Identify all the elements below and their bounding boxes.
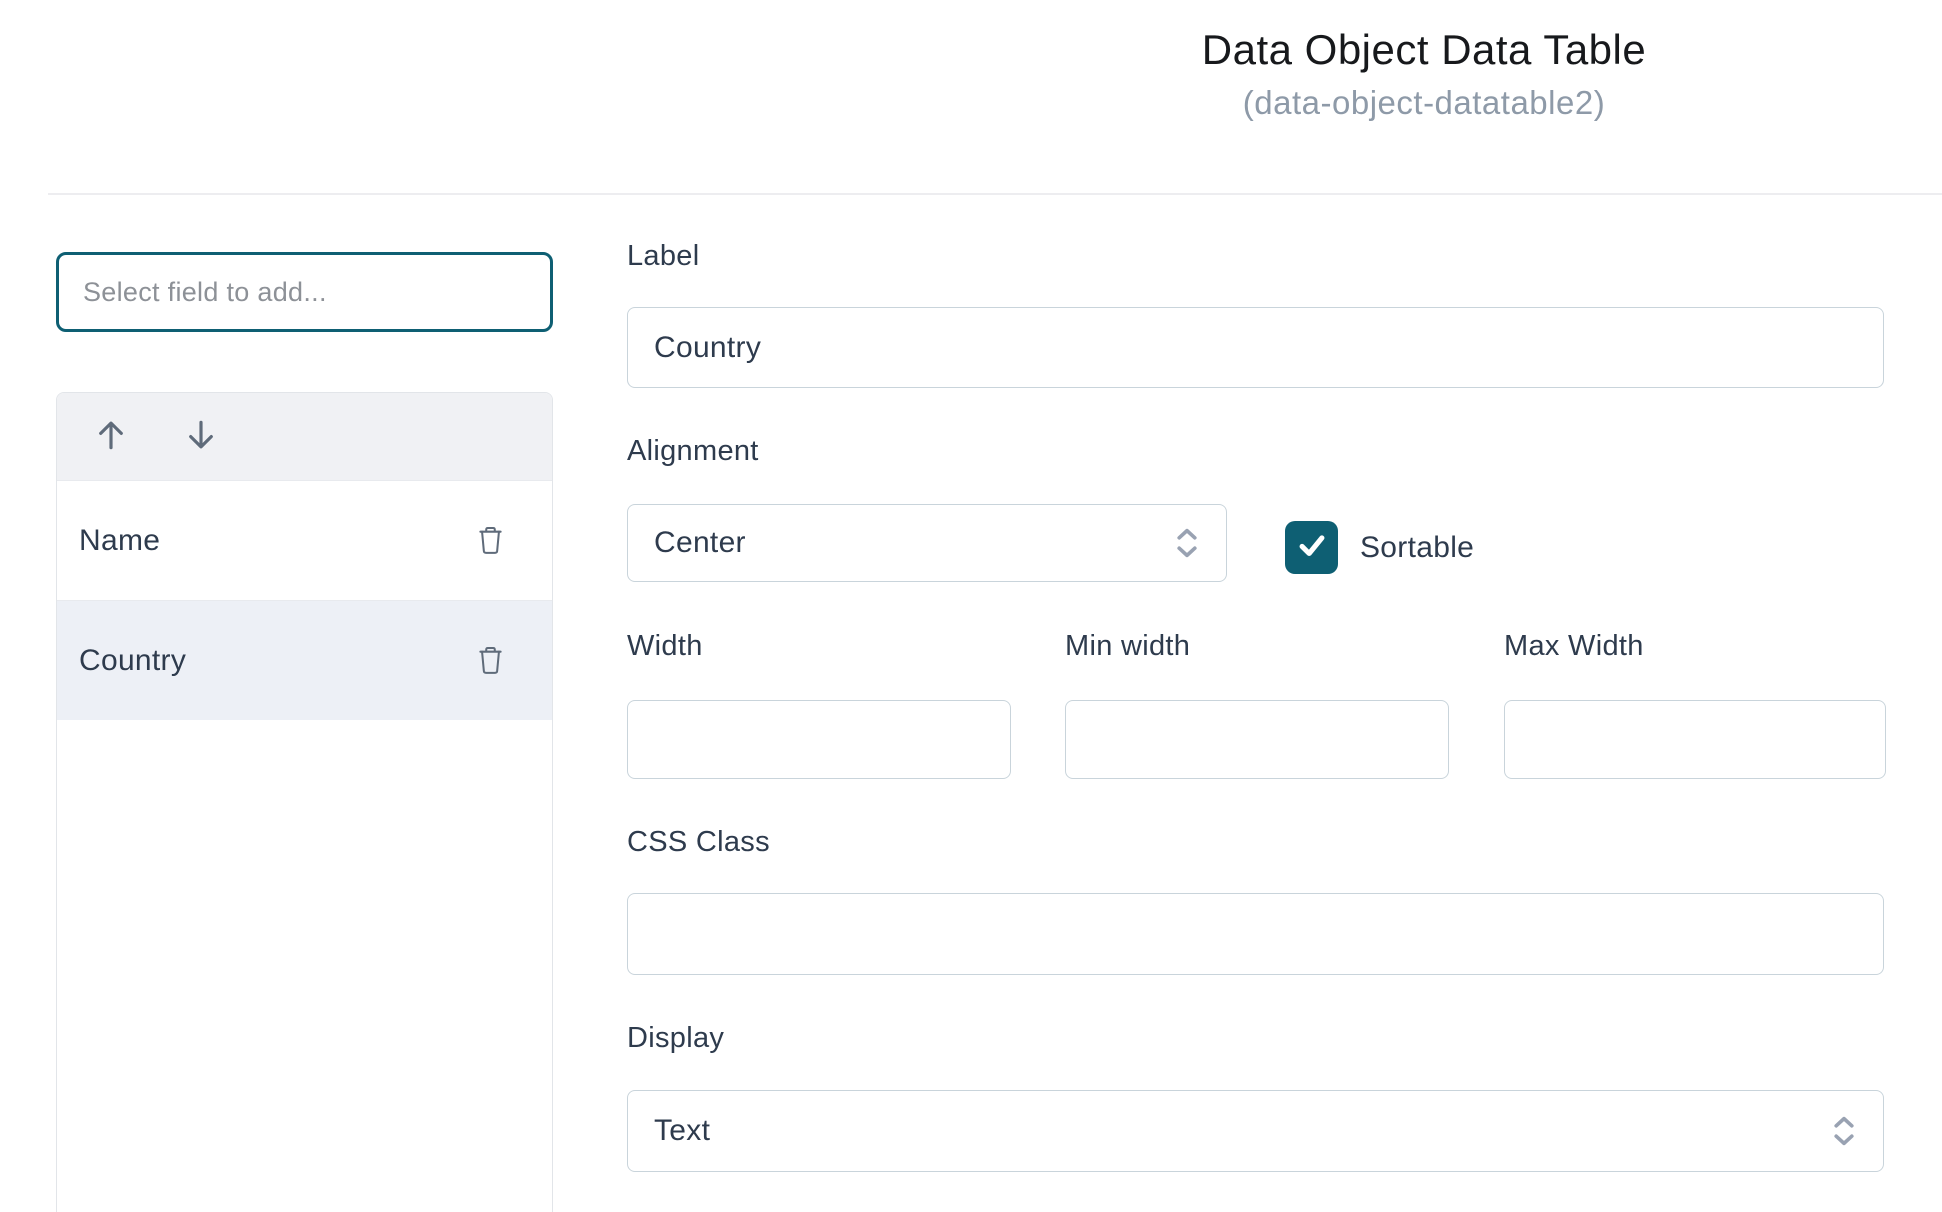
sortable-checkbox-group: Sortable bbox=[1285, 521, 1474, 574]
field-row-label: Country bbox=[79, 644, 186, 678]
field-row-country[interactable]: Country bbox=[57, 600, 552, 720]
delete-field-button[interactable] bbox=[472, 523, 508, 559]
select-field-input[interactable] bbox=[56, 252, 553, 332]
alignment-field-label: Alignment bbox=[627, 435, 759, 468]
field-list-toolbar bbox=[57, 393, 552, 480]
page-title: Data Object Data Table bbox=[1202, 26, 1646, 74]
trash-icon bbox=[477, 643, 504, 678]
label-field-label: Label bbox=[627, 240, 699, 273]
sortable-label: Sortable bbox=[1360, 531, 1474, 565]
select-chevrons-icon bbox=[1831, 1114, 1857, 1148]
trash-icon bbox=[477, 523, 504, 558]
field-list-panel: Name Country bbox=[56, 392, 553, 1212]
page-header: Data Object Data Table (data-object-data… bbox=[1202, 26, 1646, 122]
column-settings-page: Data Object Data Table (data-object-data… bbox=[0, 0, 1942, 1212]
alignment-select[interactable]: Center bbox=[627, 504, 1227, 582]
field-row-name[interactable]: Name bbox=[57, 480, 552, 600]
width-input[interactable] bbox=[627, 700, 1011, 779]
move-down-button[interactable] bbox=[179, 415, 223, 459]
move-up-button[interactable] bbox=[89, 415, 133, 459]
min-width-input[interactable] bbox=[1065, 700, 1449, 779]
header-divider bbox=[48, 193, 1942, 195]
css-class-input[interactable] bbox=[627, 893, 1884, 975]
select-chevrons-icon bbox=[1174, 526, 1200, 560]
max-width-field-label: Max Width bbox=[1504, 630, 1644, 663]
display-field-label: Display bbox=[627, 1022, 724, 1055]
alignment-select-value: Center bbox=[654, 526, 746, 560]
field-row-label: Name bbox=[79, 524, 160, 558]
label-input[interactable] bbox=[627, 307, 1884, 388]
width-field-label: Width bbox=[627, 630, 703, 663]
css-class-field-label: CSS Class bbox=[627, 826, 770, 859]
display-select[interactable]: Text bbox=[627, 1090, 1884, 1172]
arrow-down-icon bbox=[182, 416, 220, 457]
arrow-up-icon bbox=[92, 416, 130, 457]
display-select-value: Text bbox=[654, 1114, 710, 1148]
sortable-checkbox[interactable] bbox=[1285, 521, 1338, 574]
page-subtitle: (data-object-datatable2) bbox=[1202, 84, 1646, 122]
delete-field-button[interactable] bbox=[472, 643, 508, 679]
min-width-field-label: Min width bbox=[1065, 630, 1190, 663]
max-width-input[interactable] bbox=[1504, 700, 1886, 779]
checkmark-icon bbox=[1295, 528, 1329, 567]
